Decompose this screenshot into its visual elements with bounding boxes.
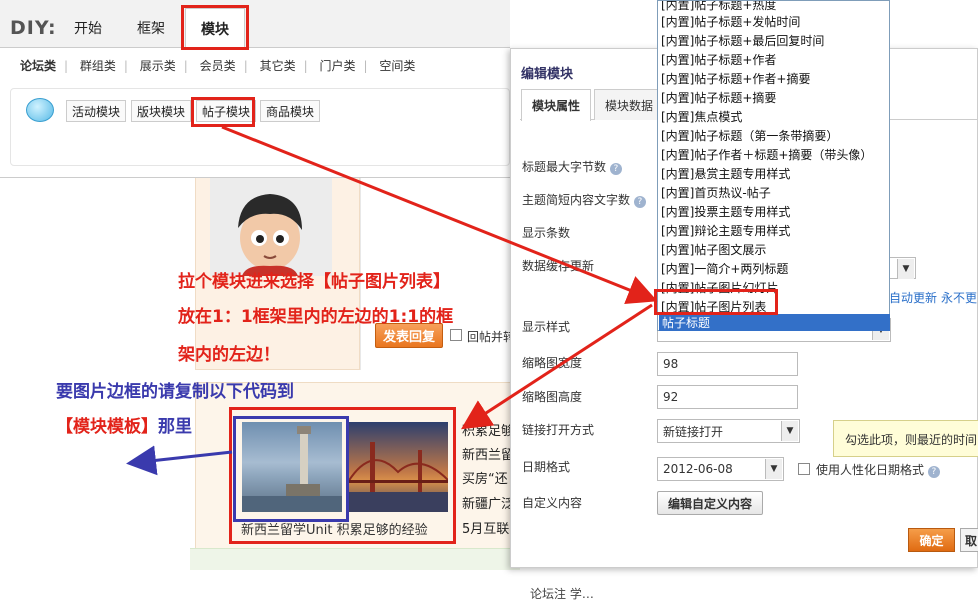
annotation-blue-line1: 要图片边框的请复制以下代码到 — [56, 382, 294, 402]
blue-arrow — [126, 445, 233, 476]
red-arrow — [460, 303, 653, 430]
annotation-red-line3: 架内的左边！ — [178, 345, 280, 365]
annotation-template-name: 【模块模板】 — [56, 417, 158, 437]
annotation-red-line1: 拉个模块进来选择【帖子图片列表】 — [178, 272, 450, 292]
annotation-red-line2: 放在1：1框架里内的左边的1:1的框 — [178, 307, 454, 327]
annotation-arrows — [126, 125, 658, 476]
annotation-blue-line2: 【模块模板】那里 — [56, 417, 192, 437]
